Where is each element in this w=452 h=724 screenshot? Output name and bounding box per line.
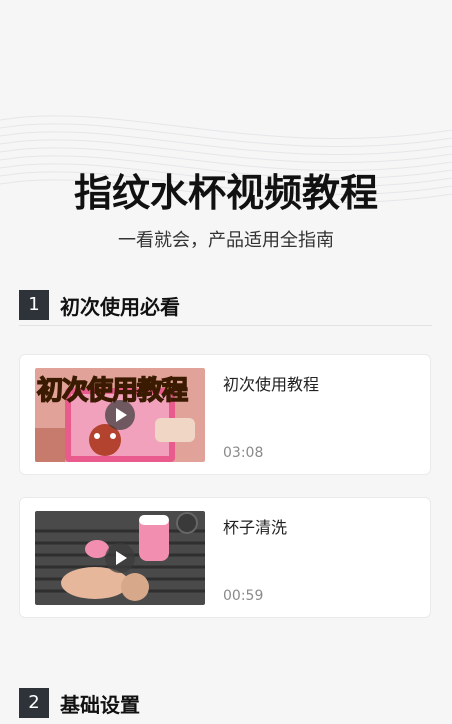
video-thumbnail[interactable]: 初次使用教程	[35, 368, 205, 462]
page-title: 指纹水杯视频教程	[73, 171, 378, 215]
section-title: 初次使用必看	[60, 295, 180, 319]
page-subtitle: 一看就会，产品适用全指南	[118, 230, 334, 251]
video-thumbnail[interactable]	[35, 511, 205, 605]
play-icon[interactable]	[105, 400, 135, 430]
video-card[interactable]: 杯子清洗 00:59	[19, 497, 431, 618]
play-icon[interactable]	[105, 543, 135, 573]
section-header: 1 初次使用必看	[19, 290, 432, 326]
video-card[interactable]: 初次使用教程 初次使用教程 03:08	[19, 354, 431, 475]
video-title: 杯子清洗	[223, 518, 288, 537]
section-title: 基础设置	[60, 693, 140, 717]
section-divider	[19, 325, 432, 326]
video-title: 初次使用教程	[223, 375, 320, 394]
video-duration: 00:59	[223, 588, 264, 604]
section-number-badge: 1	[19, 290, 49, 320]
section-header: 2 基础设置	[19, 688, 432, 724]
section-number-badge: 2	[19, 688, 49, 718]
video-duration: 03:08	[223, 445, 264, 461]
